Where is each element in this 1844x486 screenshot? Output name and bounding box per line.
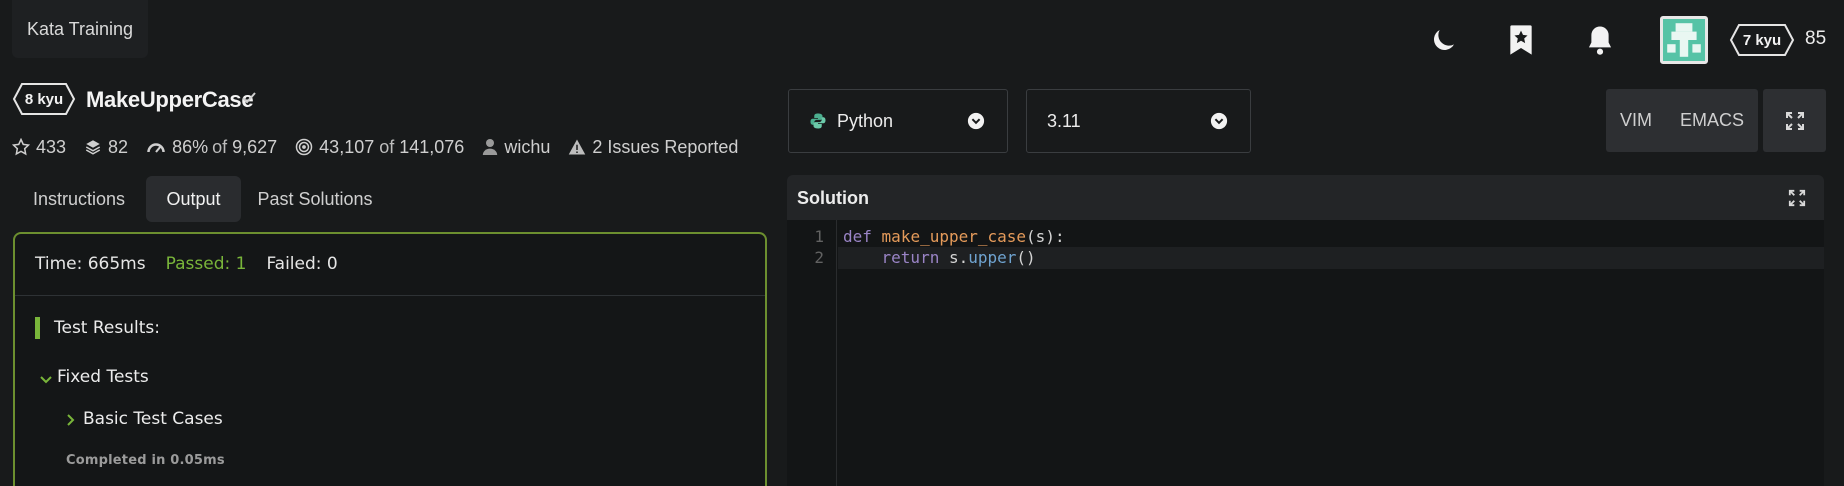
notifications-bell-icon[interactable] [1582,22,1618,58]
chevron-down-icon[interactable] [40,372,52,390]
bookmark-star-icon[interactable] [1503,22,1539,58]
kata-title: MakeUpperCase [86,87,254,112]
keybinding-mode-group: VIM EMACS [1606,89,1758,152]
kata-stats: 433 82 86% of 9,627 43,107 of 141,076 wi… [12,136,756,158]
user-icon [483,139,498,155]
honor-count: 85 [1805,28,1827,49]
tab-instructions-label: Instructions [32,188,126,209]
satisfaction-percent: 86% [172,136,209,157]
solution-expand-icon[interactable] [1788,189,1806,212]
code-keyword: def [843,227,872,246]
output-time: Time: 665ms [35,254,146,274]
language-value: Python [837,110,894,131]
tab-output[interactable]: Output [146,176,241,222]
output-summary: Time: 665ms Passed: 1 Failed: 0 [35,254,338,274]
user-rank-label: 7 kyu [1742,31,1782,49]
code-params: (s): [1026,227,1065,246]
completed-of: of [379,136,395,157]
layers-icon [85,140,101,155]
completions-stat: 43,107 of 141,076 [295,137,464,158]
warning-icon [569,139,586,155]
collections-stat[interactable]: 82 [84,137,128,158]
code-keyword: return [881,248,940,267]
code-object: s. [939,248,969,267]
line-number: 2 [814,248,824,267]
version-select[interactable]: 3.11 [1026,89,1251,153]
test-results-bar [35,317,40,339]
chevron-down-circle-icon [967,112,985,130]
issues-reported: 2 Issues Reported [592,136,739,157]
line-number: 1 [814,227,824,246]
tab-past-solutions[interactable]: Past Solutions [244,176,386,222]
user-avatar[interactable] [1660,16,1708,64]
target-icon [295,138,313,156]
author-stat[interactable]: wichu [482,137,550,158]
user-rank-badge[interactable]: 7 kyu [1729,23,1795,57]
code-line-2: return s.upper() [843,248,1036,267]
chevron-right-icon[interactable] [66,413,76,431]
output-failed: Failed: 0 [266,254,338,274]
satisfaction-votes: 9,627 [232,136,278,157]
theme-toggle-moon-icon[interactable] [1426,22,1462,58]
code-function-name: make_upper_case [881,227,1027,246]
stars-count: 433 [36,136,67,157]
gauge-icon [147,143,165,153]
star-icon [12,138,30,156]
expand-icon [1785,111,1804,130]
issues-stat[interactable]: 2 Issues Reported [568,137,738,158]
fixed-tests-group[interactable]: Fixed Tests [57,367,149,387]
language-select[interactable]: Python [788,89,1008,153]
completed-check-icon [240,89,258,107]
kata-rank-label: 8 kyu [24,90,64,108]
collections-count: 82 [108,136,129,157]
tab-instructions[interactable]: Instructions [15,176,143,222]
fullscreen-button[interactable] [1763,89,1826,152]
attempted-count: 141,076 [399,136,465,157]
tab-past-solutions-label: Past Solutions [257,188,373,209]
version-value: 3.11 [1047,110,1081,131]
kata-training-tab[interactable]: Kata Training [12,0,148,58]
emacs-button[interactable]: EMACS [1680,110,1744,131]
output-divider [15,295,765,296]
kata-rank-badge: 8 kyu [12,82,76,116]
basic-test-cases-group[interactable]: Basic Test Cases [83,409,223,429]
code-call: () [1016,248,1036,267]
completed-in-label: Completed in 0.05ms [66,453,225,468]
solution-title: Solution [797,188,869,208]
test-results-title: Test Results: [54,318,160,338]
output-passed: Passed: 1 [165,254,247,274]
chevron-down-circle-icon [1210,112,1228,130]
code-line-1: def make_upper_case(s): [843,227,1065,246]
satisfaction-of: of [212,136,228,157]
author-name: wichu [504,136,551,157]
code-method: upper [968,248,1017,267]
kata-training-label: Kata Training [26,18,134,39]
satisfaction-stat: 86% of 9,627 [146,137,277,158]
completed-count: 43,107 [319,136,375,157]
python-icon [810,113,826,129]
solution-header [787,175,1824,220]
stars-stat[interactable]: 433 [12,137,66,158]
vim-button[interactable]: VIM [1620,110,1652,131]
tab-output-label: Output [166,188,221,209]
